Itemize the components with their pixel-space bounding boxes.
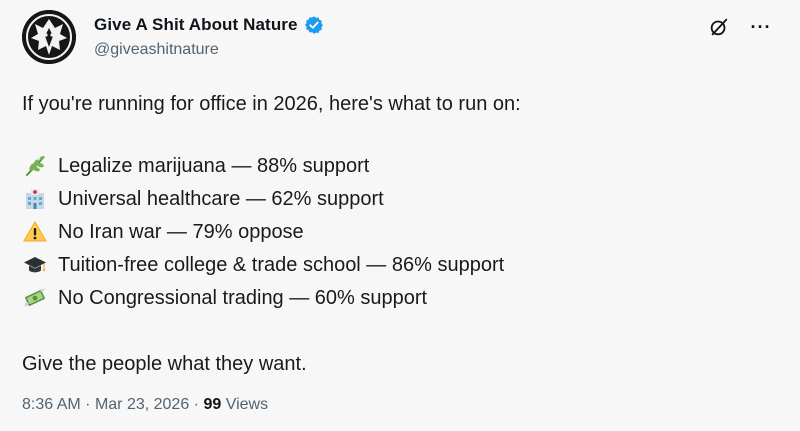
grok-icon[interactable] [706,14,732,40]
tweet-meta: 8:36 AM · Mar 23, 2026 · 99 Views [22,396,268,414]
tweet-time[interactable]: 8:36 AM [22,396,81,413]
warning-icon [22,219,48,245]
list-item-text: Legalize marijuana — 88% support [58,154,370,177]
list-item-text: No Congressional trading — 60% support [58,286,428,309]
meta-separator: · [85,396,91,413]
list-item: Legalize marijuana — 88% support [22,149,782,182]
views-label: Views [225,396,269,413]
verified-badge-icon [304,15,324,35]
list-item-text: Tuition-free college & trade school — 86… [58,253,505,276]
money-flying-icon [22,285,48,311]
meta-separator: · [193,396,199,413]
herb-icon [22,153,48,179]
list-item-text: Universal healthcare — 62% support [58,187,384,210]
tweet-intro: If you're running for office in 2026, he… [22,93,521,115]
author-name-row: Give A Shit About Nature [94,14,324,36]
wolf-logo-icon [22,10,76,64]
tweet-list: Legalize marijuana — 88% support Univers… [22,149,782,314]
avatar[interactable] [22,10,76,64]
tweet-card: Give A Shit About Nature @giveashitnatur… [0,0,800,431]
list-item-text: No Iran war — 79% oppose [58,220,304,243]
list-item: No Congressional trading — 60% support [22,281,782,314]
more-options-button[interactable]: ··· [748,14,774,40]
list-item: Universal healthcare — 62% support [22,182,782,215]
graduation-cap-icon [22,252,48,278]
list-item: Tuition-free college & trade school — 86… [22,248,782,281]
tweet-date[interactable]: Mar 23, 2026 [95,396,189,413]
author-handle[interactable]: @giveashitnature [94,41,219,59]
display-name[interactable]: Give A Shit About Nature [94,15,298,35]
tweet-outro: Give the people what they want. [22,353,307,375]
views-count[interactable]: 99 [203,396,221,413]
list-item: No Iran war — 79% oppose [22,215,782,248]
hospital-icon [22,186,48,212]
tweet-top-actions: ··· [706,14,774,40]
tweet-text: If you're running for office in 2026, he… [22,90,782,398]
